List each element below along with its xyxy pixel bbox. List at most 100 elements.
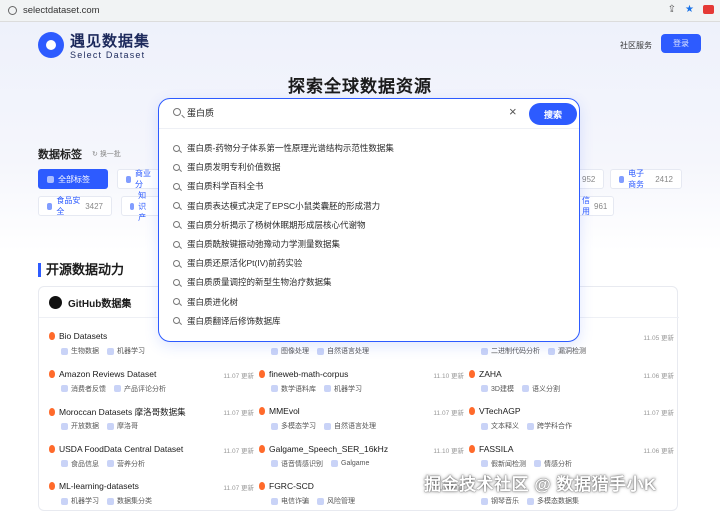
- login-button[interactable]: 登录: [661, 34, 701, 53]
- dataset-tag[interactable]: 文本释义: [481, 421, 519, 431]
- dataset-item[interactable]: Moroccan Datasets 摩洛哥数据集 11.07 更新 开放数据 摩洛哥: [49, 406, 254, 442]
- dataset-tags: 电信诈骗 风险管理: [271, 496, 355, 506]
- dataset-tag[interactable]: 自然语言处理: [324, 421, 376, 431]
- bookmark-star-icon[interactable]: ★: [685, 4, 694, 15]
- dataset-tag[interactable]: 摩洛哥: [107, 421, 138, 431]
- dataset-title[interactable]: FASSILA: [469, 444, 514, 454]
- dataset-tag[interactable]: 风险管理: [317, 496, 355, 506]
- dataset-tag[interactable]: 自然语言处理: [317, 346, 369, 356]
- tag-chip-ip[interactable]: 知识产: [121, 191, 161, 222]
- dataset-title[interactable]: MMEvol: [259, 406, 300, 416]
- share-icon[interactable]: ⇪: [668, 4, 676, 15]
- site-logo[interactable]: 遇见数据集 Select Dataset: [38, 30, 150, 60]
- dataset-title[interactable]: Galgame_Speech_SER_16kHz: [259, 444, 388, 454]
- dataset-name: ZAHA: [479, 368, 502, 379]
- dataset-title[interactable]: Moroccan Datasets 摩洛哥数据集: [49, 406, 186, 418]
- dataset-title[interactable]: VTechAGP: [469, 406, 521, 416]
- tag-icon: [271, 385, 278, 392]
- dataset-tag[interactable]: 二进制代码分析: [481, 346, 540, 356]
- tag-chip-food-safety[interactable]: 食品安全 3427: [38, 196, 112, 216]
- suggestion-item[interactable]: 蛋白质翻译后修饰数据库: [173, 312, 281, 330]
- dataset-tag[interactable]: 机器学习: [324, 384, 362, 394]
- dataset-tags: 机器学习 数据集分类: [61, 496, 152, 506]
- dataset-title[interactable]: ZAHA: [469, 369, 502, 379]
- suggestion-item[interactable]: 蛋白质发明专利价值数据: [173, 158, 281, 176]
- dataset-tag[interactable]: 开放数据: [61, 421, 99, 431]
- dataset-updated: 11.07 更新: [223, 447, 254, 455]
- tag-icon: [481, 422, 488, 430]
- dataset-title[interactable]: FGRC-SCD: [259, 481, 314, 491]
- dataset-tag[interactable]: 漏洞检测: [548, 346, 586, 356]
- search-input-row: × 搜索: [159, 99, 579, 129]
- suggestion-item[interactable]: 蛋白质还原活化Pt(IV)前药实验: [173, 254, 302, 272]
- suggestion-item[interactable]: 蛋白质表达模式决定了EPSC小鼠类囊胚的形成潜力: [173, 197, 380, 215]
- dataset-title[interactable]: USDA FoodData Central Dataset: [49, 444, 183, 454]
- search-icon: [173, 202, 180, 210]
- tag-icon: [271, 460, 278, 467]
- dataset-item[interactable]: fineweb-math-corpus 11.10 更新 数学语料库 机器学习: [259, 369, 464, 405]
- dataset-tag[interactable]: 钢琴音乐: [481, 496, 519, 506]
- dataset-tag[interactable]: 生物数据: [61, 346, 99, 356]
- suggestion-item[interactable]: 蛋白质-药物分子体系第一性原理光谱结构示范性数据集: [173, 139, 394, 157]
- dataset-tag[interactable]: 营养分析: [107, 459, 145, 469]
- tags-refresh-button[interactable]: ↻ 换一批: [92, 149, 121, 159]
- dataset-item[interactable]: MMEvol 11.07 更新 多模态学习 自然语言处理: [259, 406, 464, 442]
- site-info-icon[interactable]: [8, 6, 17, 15]
- suggestion-text: 蛋白质-药物分子体系第一性原理光谱结构示范性数据集: [187, 143, 394, 153]
- dataset-title[interactable]: Bio Datasets: [49, 331, 107, 341]
- tag-icon: [324, 422, 331, 430]
- tag-chip-credit[interactable]: 信用 961: [574, 196, 614, 216]
- tag-chip-business[interactable]: 商业分: [117, 169, 161, 189]
- dataset-tag[interactable]: 食品信息: [61, 459, 99, 469]
- dataset-tag[interactable]: Galgame: [331, 459, 369, 469]
- dataset-tag[interactable]: 情感分析: [534, 459, 572, 469]
- dataset-tag[interactable]: 消费者反馈: [61, 384, 106, 394]
- dataset-tag[interactable]: 跨学科合作: [527, 421, 572, 431]
- dataset-item[interactable]: ML-learning-datasets 11.07 更新 机器学习 数据集分类: [49, 481, 254, 511]
- dataset-updated: 11.07 更新: [223, 372, 254, 380]
- suggestion-item[interactable]: 蛋白质酰胺键振动弛豫动力学测量数据集: [173, 235, 340, 253]
- dataset-tag[interactable]: 产品评论分析: [114, 384, 166, 394]
- dataset-item[interactable]: VTechAGP 11.07 更新 文本释义 跨学科合作: [469, 406, 674, 442]
- search-input[interactable]: [187, 107, 487, 117]
- dataset-tag[interactable]: 多模态数据集: [527, 496, 579, 506]
- clear-icon[interactable]: ×: [509, 105, 517, 118]
- search-button[interactable]: 搜索: [529, 103, 577, 125]
- dataset-item[interactable]: Amazon Reviews Dataset 11.07 更新消费者反馈 产品评论分…: [49, 369, 254, 405]
- dataset-tag-label: 食品信息: [71, 460, 99, 468]
- tag-count: 952: [582, 174, 596, 184]
- extension-icon[interactable]: [703, 5, 714, 14]
- dataset-name: Moroccan Datasets 摩洛哥数据集: [59, 407, 186, 417]
- search-icon: [173, 182, 180, 190]
- dataset-item[interactable]: USDA FoodData Central Dataset 11.07 更新食品信…: [49, 444, 254, 480]
- dataset-updated: 11.06 更新: [643, 372, 674, 380]
- dataset-item[interactable]: ZAHA 11.06 更新 3D建模 语义分割: [469, 369, 674, 405]
- dataset-tag[interactable]: 机器学习: [107, 346, 145, 356]
- dataset-tag[interactable]: 数学语料库: [271, 384, 316, 394]
- dataset-tag[interactable]: 数据集分类: [107, 496, 152, 506]
- url-text[interactable]: selectdataset.com: [23, 5, 100, 16]
- dataset-tag[interactable]: 语音情感识别: [271, 459, 323, 469]
- dataset-tag[interactable]: 机器学习: [61, 496, 99, 506]
- dataset-updated: 11.05 更新: [643, 335, 674, 342]
- suggestion-item[interactable]: 蛋白质进化树: [173, 293, 238, 311]
- dataset-tag[interactable]: 3D建模: [481, 384, 514, 394]
- dataset-tag[interactable]: 电信诈骗: [271, 496, 309, 506]
- fire-icon: [49, 482, 55, 490]
- dataset-tag[interactable]: 语义分割: [521, 384, 560, 394]
- search-icon: [173, 108, 181, 116]
- suggestion-item[interactable]: 蛋白质科学百科全书: [173, 177, 264, 195]
- tag-chip-ecommerce[interactable]: 电子商务 2412: [610, 169, 682, 189]
- dataset-tag[interactable]: 假新闻检测: [481, 459, 526, 469]
- suggestion-item[interactable]: 蛋白质质量调控的新型生物治疗数据集: [173, 273, 332, 291]
- dataset-title[interactable]: ML-learning-datasets: [49, 481, 139, 491]
- tag-chip-all[interactable]: 全部标签: [38, 169, 108, 189]
- address-bar[interactable]: selectdataset.com: [8, 5, 100, 16]
- tag-icon: [324, 385, 331, 392]
- dataset-title[interactable]: fineweb-math-corpus: [259, 369, 348, 379]
- suggestion-item[interactable]: 蛋白质分析揭示了杨树休眠期形成层核心代谢物: [173, 216, 366, 234]
- dataset-tag[interactable]: 多模态学习: [271, 421, 316, 431]
- dataset-tag[interactable]: 图像处理: [271, 346, 309, 356]
- dataset-title[interactable]: Amazon Reviews Dataset: [49, 369, 156, 379]
- nav-community-link[interactable]: 社区服务: [620, 40, 652, 51]
